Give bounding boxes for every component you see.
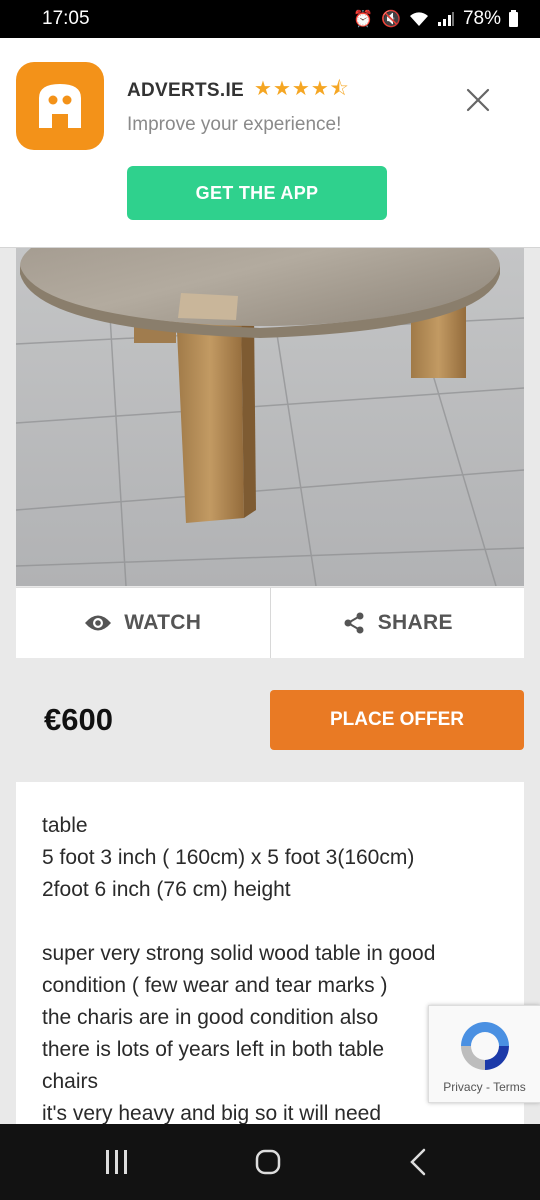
- listing-price: €600: [44, 702, 113, 737]
- description-line: condition ( few wear and tear marks ): [42, 974, 388, 997]
- table-photo-image: [16, 248, 524, 586]
- watch-label: WATCH: [124, 611, 202, 634]
- rating-stars-icon: ★★★★⯪: [254, 78, 350, 100]
- status-bar: 17:05 ⏰ 🔇 78%: [0, 0, 540, 38]
- terms-link[interactable]: Terms: [493, 1080, 526, 1094]
- share-label: SHARE: [377, 611, 453, 634]
- description-line: super very strong solid wood table in go…: [42, 942, 436, 965]
- listing-actions: WATCH SHARE: [16, 587, 524, 658]
- description-line: 2foot 6 inch (76 cm) height: [42, 878, 291, 901]
- app-name: ADVERTS.IE ★★★★⯪: [127, 74, 350, 108]
- alarm-icon: ⏰: [353, 11, 374, 28]
- privacy-link[interactable]: Privacy: [443, 1080, 482, 1094]
- place-offer-button[interactable]: PLACE OFFER: [270, 690, 524, 750]
- description-line: 5 foot 3 inch ( 160cm) x 5 foot 3(160cm): [42, 846, 415, 869]
- signal-icon: [437, 12, 454, 26]
- recaptcha-links: Privacy - Terms: [429, 1080, 540, 1094]
- recaptcha-logo-icon: [461, 1022, 509, 1070]
- app-install-banner: ADVERTS.IE ★★★★⯪ Improve your experience…: [0, 38, 540, 248]
- app-name-text: ADVERTS.IE: [127, 80, 245, 101]
- recent-apps-icon[interactable]: [104, 1148, 130, 1176]
- home-icon[interactable]: [254, 1148, 282, 1176]
- link-separator: -: [485, 1080, 490, 1094]
- back-icon[interactable]: [408, 1148, 428, 1176]
- close-banner-button[interactable]: [464, 86, 492, 114]
- share-button[interactable]: SHARE: [269, 588, 525, 658]
- battery-icon: [509, 9, 518, 27]
- description-line: table: [42, 814, 88, 837]
- listing-photo[interactable]: [16, 248, 524, 586]
- battery-percent: 78%: [462, 8, 501, 29]
- get-the-app-button[interactable]: GET THE APP: [127, 166, 387, 220]
- watch-button[interactable]: WATCH: [16, 588, 270, 658]
- share-icon: [344, 612, 364, 634]
- system-navigation-bar: [0, 1124, 540, 1200]
- status-icons: ⏰ 🔇 78%: [353, 8, 518, 30]
- app-tagline: Improve your experience!: [127, 114, 342, 135]
- adverts-logo-icon: [16, 62, 104, 150]
- status-time: 17:05: [42, 8, 90, 29]
- mute-icon: 🔇: [381, 11, 401, 28]
- recaptcha-badge[interactable]: Privacy - Terms: [428, 1005, 540, 1103]
- eye-icon: [85, 615, 112, 631]
- wifi-icon: [409, 12, 428, 26]
- close-icon: [466, 88, 490, 112]
- description-line: [42, 906, 504, 938]
